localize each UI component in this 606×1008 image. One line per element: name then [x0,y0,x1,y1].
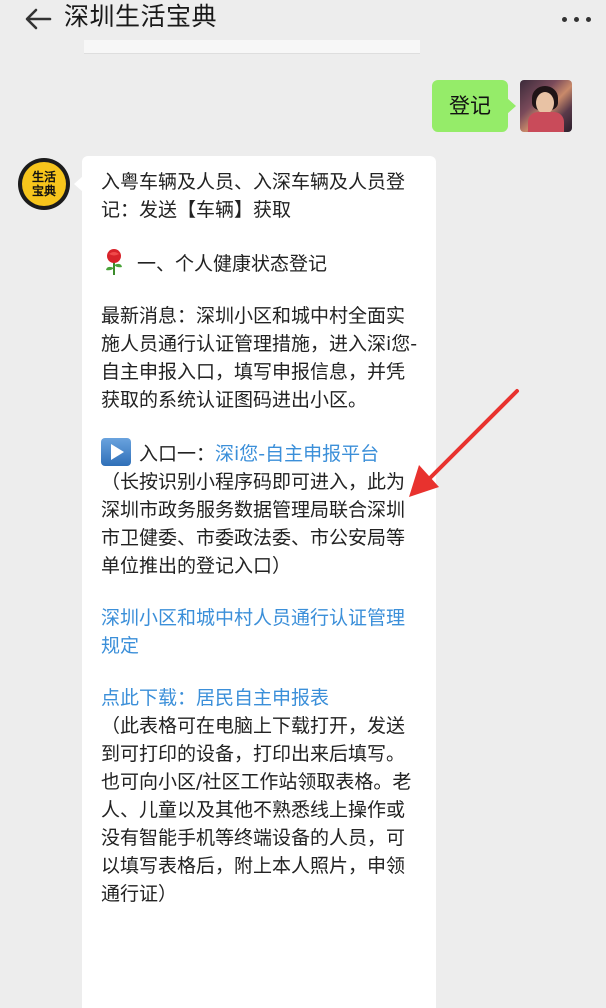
play-icon [101,438,131,466]
rose-icon [106,249,122,275]
previous-message-edge [84,40,420,54]
entry-line: 入口一：深i您-自主申报平台 [101,438,420,468]
reply-intro: 入粤车辆及人员、入深车辆及人员登记：发送【车辆】获取 [101,171,406,221]
entry-label: 入口一： [139,443,216,465]
bot-avatar-text-2: 宝典 [31,184,56,198]
arrow-left-icon [25,8,52,30]
page-title: 深圳生活宝典 [64,2,218,31]
section-heading-text: 一、个人健康状态登记 [137,253,328,275]
bot-avatar-text-1: 生活 [31,170,56,184]
more-dots-icon [562,17,567,22]
rule-link[interactable]: 深圳小区和城中村人员通行认证管理规定 [101,604,420,660]
download-note: （此表格可在电脑上下载打开，发送到可打印的设备，打印出来后填写。也可向小区/社区… [101,715,412,905]
bot-reply-bubble: 入粤车辆及人员、入深车辆及人员登记：发送【车辆】获取 一、个人健康状态登记 最新… [74,156,436,1008]
entry-link[interactable]: 深i您-自主申报平台 [215,443,379,465]
section-heading: 一、个人健康状态登记 [101,248,420,278]
sent-message-bubble[interactable]: 登记 [432,80,516,132]
back-button[interactable] [20,4,56,34]
latest-news: 最新消息：深圳小区和城中村全面实施人员通行认证管理措施，进入深i您-自主申报入口… [101,305,418,411]
bot-avatar[interactable]: 生活 宝典 [18,158,70,210]
download-link[interactable]: 点此下载：居民自主申报表 [101,684,420,712]
entry-note: （长按识别小程序码即可进入，此为深圳市政务服务数据管理局联合深圳市卫健委、市委政… [101,471,406,577]
more-button[interactable] [556,6,598,32]
user-avatar[interactable] [520,80,572,132]
annotation-arrow [409,389,519,497]
